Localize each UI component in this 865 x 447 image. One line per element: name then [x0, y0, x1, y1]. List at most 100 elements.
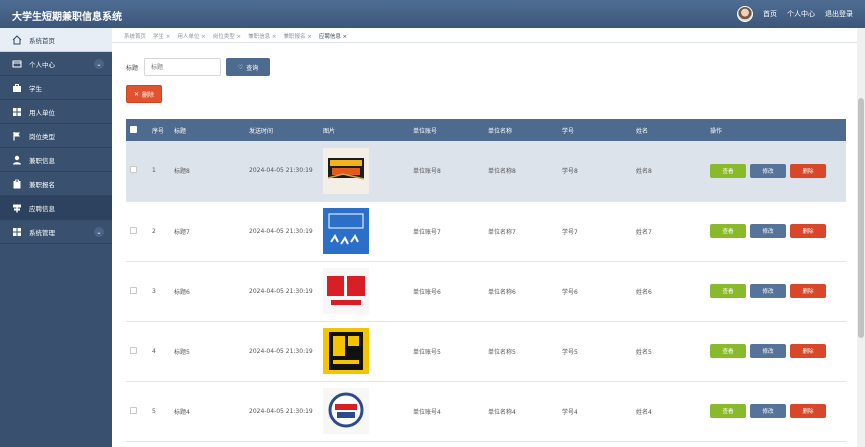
delete-button[interactable]: 删除: [790, 224, 826, 238]
search-input[interactable]: [144, 58, 222, 76]
recruitment-poster-image[interactable]: [323, 208, 369, 254]
column-header: 姓名: [636, 127, 649, 135]
sidebar-item-application[interactable]: 应聘信息: [0, 196, 112, 220]
scrollbar[interactable]: [857, 28, 865, 447]
cell-time: 2024-04-05 21:30:19: [249, 227, 313, 235]
select-all-checkbox[interactable]: [130, 125, 137, 133]
breadcrumb-item[interactable]: 学生 ×: [153, 32, 170, 40]
sidebar-item-system[interactable]: 系统管理 ⌄: [0, 220, 112, 244]
recruitment-poster-image[interactable]: [323, 328, 369, 374]
cell-unit-account: 单位账号5: [413, 348, 441, 356]
avatar[interactable]: [737, 6, 753, 22]
cell-unit-name: 单位名称7: [488, 228, 516, 236]
scrollbar-thumb[interactable]: [858, 98, 864, 338]
batch-delete-label: 删除: [142, 91, 155, 99]
flag-icon: [12, 131, 22, 141]
id-card-icon: [12, 59, 22, 69]
cell-time: 2024-04-05 21:30:19: [249, 347, 313, 355]
view-button[interactable]: 查看: [710, 404, 746, 418]
table-row[interactable]: 4 标题5 2024-04-05 21:30:19 单位账号5 单位名称5 学号…: [126, 321, 846, 381]
view-button[interactable]: 查看: [710, 163, 746, 178]
cell-student-no: 学号7: [562, 228, 578, 236]
cell-title: 标题8: [174, 168, 190, 176]
edit-button[interactable]: 修改: [750, 344, 786, 358]
cell-time: 2024-04-05 21:30:19: [249, 287, 313, 295]
sidebar-item-part-time-info[interactable]: 兼职信息: [0, 148, 112, 172]
sidebar-item-profile[interactable]: 个人中心 ⌄: [0, 52, 112, 76]
sidebar-item-home[interactable]: 系统首页: [0, 28, 112, 52]
table-header-row: 序号 标题 发送时间 图片 单位账号 单位名称 学号 姓名 操作: [126, 119, 846, 141]
chevron-down-icon[interactable]: ⌄: [94, 59, 104, 69]
cell-name: 姓名6: [636, 288, 652, 296]
sidebar-item-label: 岗位类型: [29, 132, 55, 141]
cell-name: 姓名4: [636, 408, 652, 416]
edit-button[interactable]: 修改: [750, 284, 786, 298]
breadcrumb-item[interactable]: 兼职信息 ×: [248, 32, 276, 40]
breadcrumb-item-current[interactable]: 应聘信息 ×: [319, 32, 347, 40]
signpost-icon: [12, 203, 22, 213]
top-nav: 首页 个人中心 退出登录: [737, 6, 853, 22]
cell-title: 标题5: [174, 348, 190, 356]
breadcrumb: 系统首页 学生 × 用人单位 × 岗位类型 × 兼职信息 × 兼职报名 × 应聘…: [124, 32, 347, 40]
row-checkbox[interactable]: [130, 406, 137, 414]
data-table: 序号 标题 发送时间 图片 单位账号 单位名称 学号 姓名 操作 1 标题8 2…: [126, 119, 846, 442]
cell-time: 2024-04-05 21:30:19: [249, 167, 313, 175]
sidebar-item-signup[interactable]: 兼职报名: [0, 172, 112, 196]
delete-button[interactable]: 删除: [790, 404, 826, 418]
chevron-down-icon[interactable]: ⌄: [94, 227, 104, 237]
cell-name: 姓名8: [636, 168, 652, 176]
cell-name: 姓名7: [636, 228, 652, 236]
cell-unit-account: 单位账号7: [413, 228, 441, 236]
cell-unit-name: 单位名称5: [488, 348, 516, 356]
column-header: 发送时间: [249, 127, 274, 135]
cell-index: 3: [152, 287, 156, 295]
main-content: 系统首页 学生 × 用人单位 × 岗位类型 × 兼职信息 × 兼职报名 × 应聘…: [112, 28, 865, 447]
row-checkbox[interactable]: [130, 346, 137, 354]
cell-unit-account: 单位账号4: [413, 408, 441, 416]
sidebar-item-job-type[interactable]: 岗位类型: [0, 124, 112, 148]
home-link[interactable]: 首页: [763, 9, 777, 19]
row-checkbox[interactable]: [130, 226, 137, 234]
cell-unit-account: 单位账号6: [413, 288, 441, 296]
grid-icon: [12, 227, 22, 237]
delete-button[interactable]: 删除: [790, 284, 826, 298]
top-bar: 大学生短期兼职信息系统 首页 个人中心 退出登录: [0, 0, 865, 28]
edit-button[interactable]: 修改: [750, 404, 786, 418]
breadcrumb-item[interactable]: 系统首页: [124, 32, 146, 40]
breadcrumb-item[interactable]: 用人单位 ×: [177, 32, 205, 40]
sidebar-item-student[interactable]: 学生: [0, 76, 112, 100]
search-button-label: 查询: [246, 65, 259, 72]
cell-index: 4: [152, 347, 156, 355]
search-button[interactable]: ♡ 查询: [226, 58, 271, 76]
edit-button[interactable]: 修改: [750, 224, 786, 238]
cell-name: 姓名5: [636, 348, 652, 356]
user-icon: [12, 155, 22, 165]
sidebar-item-label: 系统首页: [29, 36, 55, 45]
view-button[interactable]: 查看: [710, 224, 746, 238]
recruitment-poster-image[interactable]: [323, 388, 369, 434]
cell-student-no: 学号5: [562, 348, 578, 356]
table-row[interactable]: 5 标题4 2024-04-05 21:30:19 单位账号4 单位名称4 学号…: [126, 381, 846, 441]
table-row[interactable]: 2 标题7 2024-04-05 21:30:19 单位账号7 单位名称7 学号…: [126, 201, 846, 261]
breadcrumb-item[interactable]: 岗位类型 ×: [213, 32, 241, 40]
profile-link[interactable]: 个人中心: [787, 9, 815, 19]
delete-button[interactable]: 删除: [790, 344, 826, 358]
delete-button[interactable]: 删除: [790, 163, 826, 178]
edit-button[interactable]: 修改: [750, 163, 786, 178]
heart-icon: ♡: [237, 64, 244, 71]
view-button[interactable]: 查看: [710, 284, 746, 298]
sidebar-item-employer[interactable]: 用人单位: [0, 100, 112, 124]
table-row[interactable]: 3 标题6 2024-04-05 21:30:19 单位账号6 单位名称6 学号…: [126, 261, 846, 321]
search-label: 标题: [126, 64, 139, 72]
table-row[interactable]: 1 标题8 2024-04-05 21:30:19 单位账号8 单位名称8 学号…: [126, 141, 846, 201]
view-button[interactable]: 查看: [710, 344, 746, 358]
row-checkbox[interactable]: [130, 286, 137, 294]
logout-link[interactable]: 退出登录: [825, 9, 853, 19]
row-checkbox[interactable]: [130, 166, 137, 174]
sidebar-item-label: 用人单位: [29, 108, 55, 117]
recruitment-poster-image[interactable]: [323, 268, 369, 314]
batch-delete-button[interactable]: ✕ 删除: [126, 85, 162, 103]
recruitment-poster-image[interactable]: [323, 147, 369, 194]
breadcrumb-item[interactable]: 兼职报名 ×: [283, 32, 311, 40]
cell-title: 标题6: [174, 288, 190, 296]
